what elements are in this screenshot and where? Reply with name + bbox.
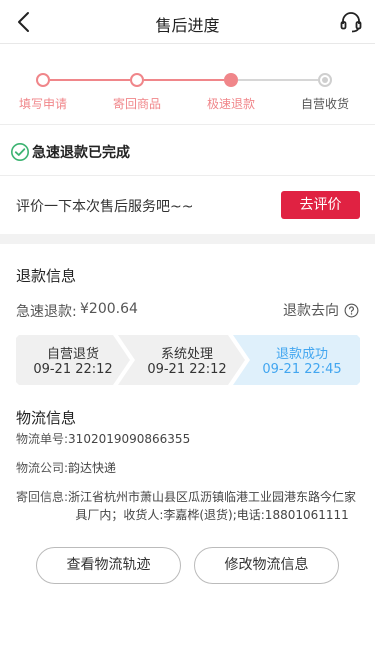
progress-label-self-return: 自营退货	[46, 347, 99, 362]
review-button[interactable]: 去评价	[281, 191, 360, 219]
step-connector	[144, 79, 224, 81]
step-label-express-refund: 极速退款	[206, 97, 255, 111]
courier-company-label: 物流公司:	[16, 461, 69, 475]
review-prompt: 评价一下本次售后服务吧~~	[16, 199, 194, 215]
view-tracking-button[interactable]: 查看物流轨迹	[36, 547, 181, 584]
check-circle-icon	[11, 143, 29, 161]
refund-destination-label: 退款去向	[283, 303, 339, 319]
step-dot-fill-application	[36, 73, 50, 87]
return-address-line: 浙江省杭州市萧山县区瓜沥镇临港工业园港东路今仁家	[68, 490, 357, 504]
return-address-line: 具厂内；收货人:李嘉桦(退货);电话:18801061111	[75, 508, 349, 522]
step-label-return-goods: 寄回商品	[112, 97, 161, 111]
refund-amount-label: 急速退款:	[16, 304, 77, 320]
step-dot-self-receipt	[318, 73, 332, 87]
navbar: 售后进度	[0, 0, 375, 44]
tracking-number-label: 物流单号:	[16, 432, 69, 446]
step-dot-return-goods	[130, 73, 144, 87]
return-address-label: 寄回信息:	[16, 490, 69, 504]
refund-status: 急速退款已完成	[10, 141, 130, 163]
step-label-self-receipt: 自营收货	[300, 97, 349, 111]
progress-label-system: 系统处理	[160, 347, 213, 362]
modify-logistics-button[interactable]: 修改物流信息	[194, 547, 339, 584]
customer-service-icon[interactable]	[339, 10, 363, 34]
return-address-value: 浙江省杭州市萧山县区瓜沥镇临港工业园港东路今仁家 具厂内；收货人:李嘉桦(退货)…	[68, 488, 356, 524]
refund-amount-value: ¥200.64	[80, 301, 138, 317]
step-connector	[238, 79, 318, 81]
step-label-fill-application: 填写申请	[18, 97, 67, 111]
courier-company-value: 韵达快递	[68, 461, 117, 475]
refund-section-title: 退款信息	[16, 267, 77, 285]
courier-company-row: 物流公司:韵达快递	[16, 459, 116, 477]
section-gap	[0, 234, 375, 244]
step-dot-express-refund	[224, 73, 238, 87]
status-text: 急速退款已完成	[32, 145, 130, 161]
progress-label-success: 退款成功	[275, 347, 328, 362]
step-connector	[50, 79, 130, 81]
tracking-number-row: 物流单号:3102019090866355	[16, 430, 190, 448]
progress-time-system: 09-21 22:12	[147, 362, 227, 377]
help-icon[interactable]	[344, 303, 359, 318]
progress-time-success: 09-21 22:45	[262, 362, 342, 377]
return-address: 寄回信息: 浙江省杭州市萧山县区瓜沥镇临港工业园港东路今仁家 具厂内；收货人:李…	[16, 488, 361, 524]
progress-time-self-return: 09-21 22:12	[33, 362, 113, 377]
divider	[0, 175, 375, 176]
after-sales-steps: 填写申请 寄回商品 极速退款 自营收货	[0, 44, 375, 124]
logistics-section-title: 物流信息	[16, 409, 77, 427]
tracking-number-value: 3102019090866355	[68, 432, 191, 446]
refund-progress: 自营退货 09-21 22:12 系统处理 09-21 22:12 退款成功 0…	[16, 335, 360, 385]
page-title: 售后进度	[155, 16, 220, 35]
divider	[0, 124, 375, 125]
refund-destination[interactable]: 退款去向	[283, 300, 359, 320]
